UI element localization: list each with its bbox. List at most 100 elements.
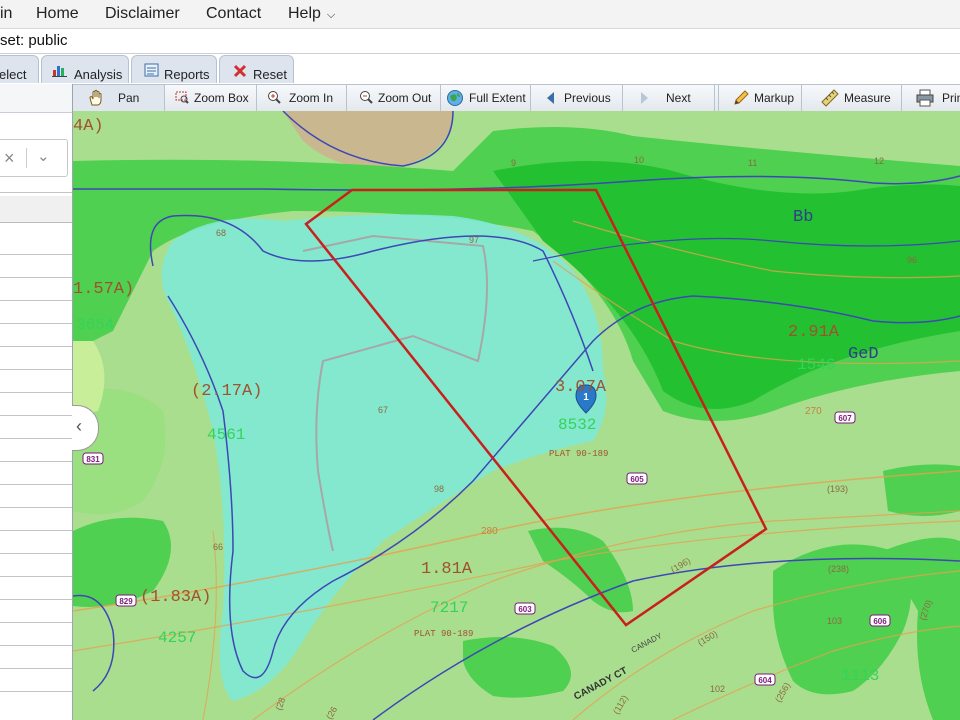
previous-button[interactable]: Previous bbox=[531, 85, 623, 111]
list-row[interactable] bbox=[0, 461, 72, 462]
list-row[interactable] bbox=[0, 691, 72, 692]
parcel-id-label: 1546 bbox=[797, 356, 835, 374]
markup-button[interactable]: Markup bbox=[718, 85, 802, 111]
zoom-box-label: Zoom Box bbox=[194, 91, 249, 105]
zoom-out-icon bbox=[360, 91, 373, 104]
list-row[interactable] bbox=[0, 645, 72, 646]
list-row[interactable] bbox=[0, 277, 72, 278]
list-row[interactable] bbox=[0, 668, 72, 669]
tab-reset[interactable]: Reset bbox=[219, 55, 294, 83]
house-number: 603 bbox=[518, 605, 532, 614]
house-number: 831 bbox=[86, 455, 100, 464]
zoom-out-label: Zoom Out bbox=[378, 91, 432, 105]
contour-label: (193) bbox=[827, 484, 848, 494]
house-number: 606 bbox=[873, 617, 887, 626]
acreage-label: 2.91A bbox=[788, 323, 840, 342]
hand-icon bbox=[89, 89, 102, 106]
map-canvas[interactable]: 1 Bb GeD 4A) 1.57A) (2.17A) 3.07A 2.91A … bbox=[73, 111, 960, 720]
tab-reset-label: Reset bbox=[253, 67, 287, 82]
pan-button[interactable]: Pan bbox=[73, 85, 165, 111]
list-row[interactable] bbox=[0, 622, 72, 623]
globe-icon bbox=[447, 90, 463, 106]
contour-label: 67 bbox=[378, 405, 388, 415]
menu-item-help-label: Help bbox=[288, 5, 321, 22]
list-row[interactable] bbox=[0, 415, 72, 416]
tab-row: elect Analysis Reports Reset bbox=[0, 54, 960, 84]
tab-select[interactable]: elect bbox=[0, 55, 39, 83]
pencil-icon bbox=[734, 90, 749, 105]
house-number-badge: 829 bbox=[115, 594, 137, 607]
list-row[interactable] bbox=[0, 323, 72, 324]
list-row[interactable] bbox=[0, 484, 72, 485]
contour-label: 9 bbox=[511, 158, 516, 168]
tab-analysis[interactable]: Analysis bbox=[41, 55, 129, 83]
zoom-in-button[interactable]: Zoom In bbox=[257, 85, 347, 111]
acreage-label: 4A) bbox=[73, 117, 104, 136]
menu-item-contact[interactable]: Contact bbox=[206, 5, 261, 23]
list-row[interactable] bbox=[0, 300, 72, 301]
preset-label: set: public bbox=[0, 32, 68, 49]
contour-label: 68 bbox=[216, 228, 226, 238]
menu-item-home[interactable]: Home bbox=[36, 5, 79, 23]
markup-label: Markup bbox=[754, 91, 795, 105]
arrow-right-icon bbox=[641, 92, 648, 104]
list-row[interactable] bbox=[0, 553, 72, 554]
house-number: 604 bbox=[758, 676, 772, 685]
acreage-label: (1.83A) bbox=[140, 588, 211, 607]
list-row[interactable] bbox=[0, 530, 72, 531]
parcel-id-label: 4561 bbox=[207, 426, 245, 444]
parcel-id-label: 4257 bbox=[158, 629, 196, 647]
layer-select-combobox[interactable]: × ⌄ bbox=[0, 139, 68, 177]
full-extent-button[interactable]: Full Extent bbox=[441, 85, 531, 111]
pan-button-label: Pan bbox=[118, 91, 140, 105]
zoom-box-icon bbox=[175, 91, 189, 104]
next-button[interactable]: Next bbox=[623, 85, 715, 111]
arrow-left-icon bbox=[547, 92, 554, 104]
measure-label: Measure bbox=[844, 91, 891, 105]
acreage-label: 1.57A) bbox=[73, 280, 134, 299]
menu-item-disclaimer[interactable]: Disclaimer bbox=[105, 5, 180, 23]
list-row[interactable] bbox=[0, 507, 72, 508]
menu-item-login[interactable]: in bbox=[0, 5, 12, 23]
list-row[interactable] bbox=[0, 392, 72, 393]
acreage-label: (2.17A) bbox=[191, 382, 262, 401]
zoom-box-button[interactable]: Zoom Box bbox=[165, 85, 257, 111]
contour-label: 11 bbox=[748, 158, 757, 168]
list-row[interactable] bbox=[0, 254, 72, 255]
close-icon bbox=[233, 64, 247, 78]
next-label: Next bbox=[666, 91, 691, 105]
previous-label: Previous bbox=[564, 91, 611, 105]
contour-label: 280 bbox=[481, 526, 498, 537]
acreage-label: 3.07A bbox=[555, 378, 607, 397]
menu-bar: in Home Disclaimer Contact Help ⌵ bbox=[0, 0, 960, 29]
list-row[interactable] bbox=[0, 576, 72, 577]
menu-item-help[interactable]: Help ⌵ bbox=[288, 5, 335, 23]
tab-reports[interactable]: Reports bbox=[131, 55, 217, 83]
report-icon bbox=[144, 63, 159, 77]
list-row[interactable] bbox=[0, 599, 72, 600]
panel-divider bbox=[0, 192, 72, 193]
list-row[interactable] bbox=[0, 438, 72, 439]
contour-label: 96 bbox=[907, 255, 917, 265]
list-row[interactable] bbox=[0, 369, 72, 370]
contour-label: 98 bbox=[434, 484, 444, 494]
contour-label: 97 bbox=[469, 235, 479, 245]
panel-section-header bbox=[0, 196, 72, 223]
measure-button[interactable]: Measure bbox=[804, 85, 902, 111]
house-number: 829 bbox=[119, 597, 133, 606]
parcel-id-label: 7217 bbox=[430, 599, 468, 617]
clear-icon[interactable]: × bbox=[4, 148, 15, 169]
zoom-out-button[interactable]: Zoom Out bbox=[347, 85, 441, 111]
chevron-down-icon[interactable]: ⌄ bbox=[37, 147, 50, 165]
list-row[interactable] bbox=[0, 346, 72, 347]
contour-label: 102 bbox=[710, 684, 725, 694]
print-button[interactable]: Prin bbox=[902, 85, 960, 111]
house-number-badge: 606 bbox=[869, 614, 891, 627]
chart-icon bbox=[52, 66, 67, 77]
plat-label: PLAT 90-189 bbox=[414, 629, 473, 639]
map-view[interactable]: 1 Bb GeD 4A) 1.57A) (2.17A) 3.07A 2.91A … bbox=[73, 111, 960, 720]
chevron-left-icon: ‹ bbox=[76, 416, 82, 436]
ruler-icon bbox=[821, 89, 839, 107]
acreage-label: 1.81A bbox=[421, 560, 473, 579]
printer-icon bbox=[916, 89, 934, 107]
